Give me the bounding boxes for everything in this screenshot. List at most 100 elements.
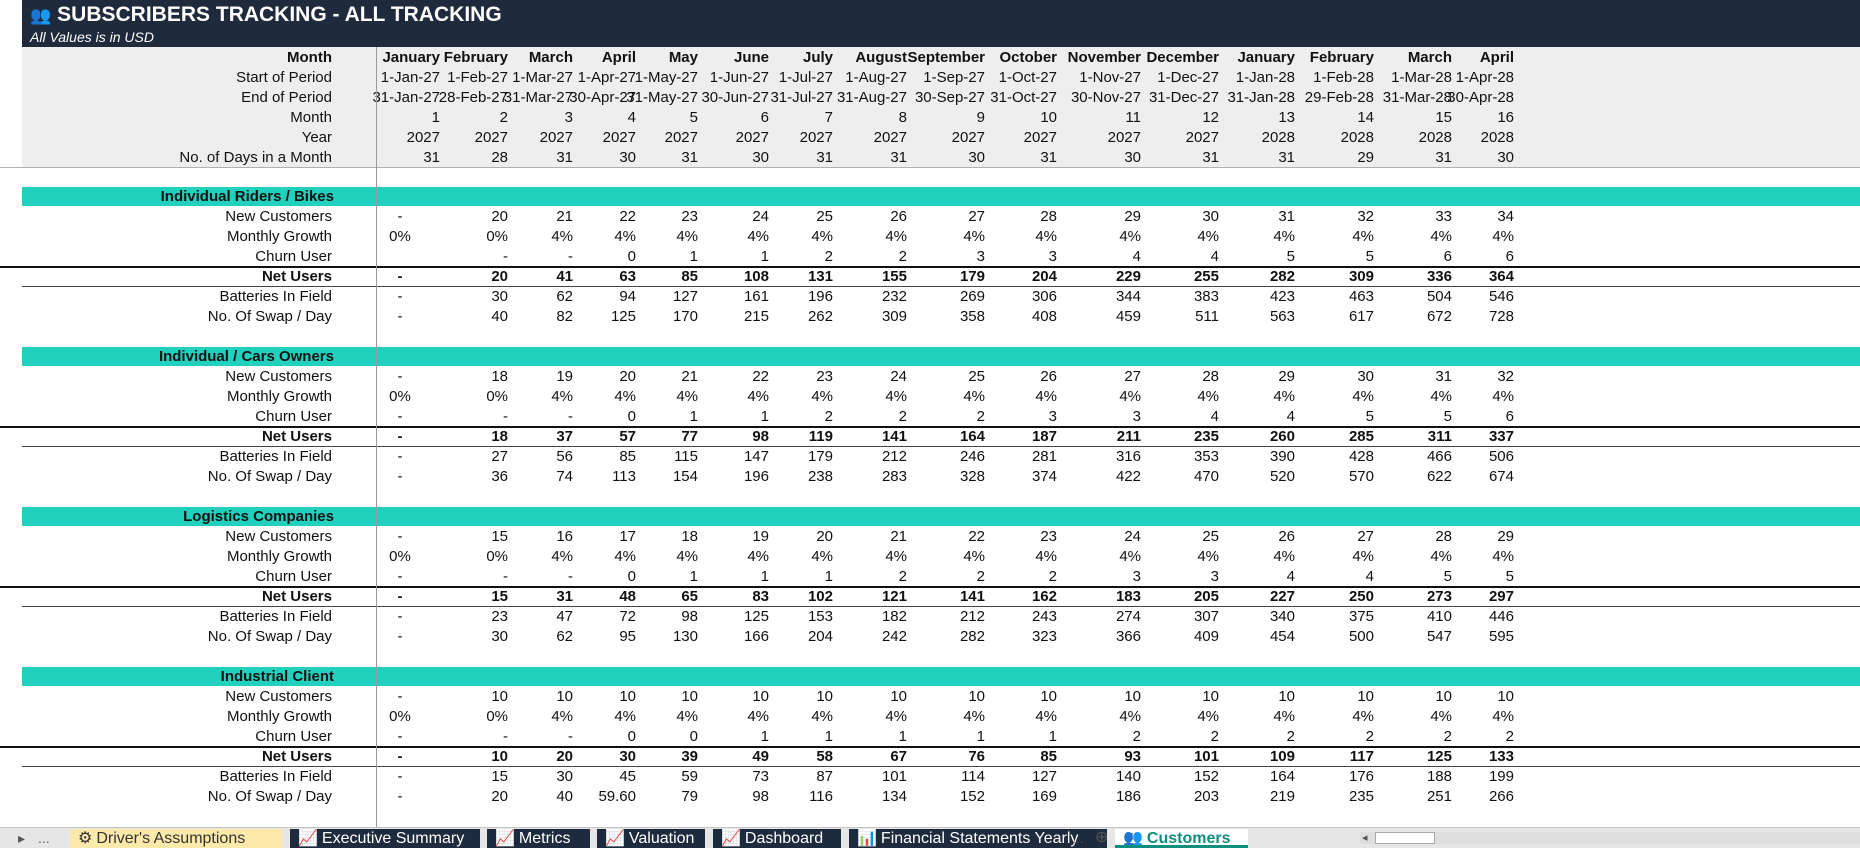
cell[interactable]: 6 — [1434, 408, 1514, 425]
cell[interactable]: 187 — [977, 428, 1057, 445]
cell[interactable]: 23 — [618, 208, 698, 225]
cell[interactable]: 25 — [905, 368, 985, 385]
cell[interactable]: 2 — [1434, 728, 1514, 745]
cell[interactable]: 2027 — [618, 129, 698, 146]
cell[interactable]: 153 — [753, 608, 833, 625]
cell[interactable]: 4% — [1294, 548, 1374, 565]
cell[interactable]: 2027 — [905, 129, 985, 146]
row-label[interactable]: Churn User — [255, 728, 332, 745]
cell[interactable]: 4% — [1434, 388, 1514, 405]
cell[interactable]: 109 — [1215, 748, 1295, 765]
cell[interactable]: 674 — [1434, 468, 1514, 485]
cell[interactable]: 6 — [1434, 248, 1514, 265]
cell[interactable]: 179 — [753, 448, 833, 465]
cell[interactable]: 4% — [905, 228, 985, 245]
cell[interactable]: 4 — [1294, 568, 1374, 585]
row-label[interactable]: Monthly Growth — [227, 708, 332, 725]
row-label[interactable]: New Customers — [225, 368, 332, 385]
row-label[interactable]: Batteries In Field — [219, 768, 332, 785]
cell[interactable]: 4% — [1434, 708, 1514, 725]
row-label[interactable]: End of Period — [241, 89, 332, 106]
cell[interactable]: 283 — [827, 468, 907, 485]
cell[interactable]: 2 — [1215, 728, 1295, 745]
cell[interactable]: 117 — [1294, 748, 1374, 765]
cell[interactable]: 1 — [977, 728, 1057, 745]
cell[interactable]: 21 — [618, 368, 698, 385]
cell[interactable]: 0 — [618, 728, 698, 745]
cell[interactable]: 285 — [1294, 428, 1374, 445]
cell[interactable]: 127 — [618, 288, 698, 305]
row-label[interactable]: Batteries In Field — [219, 288, 332, 305]
cell[interactable]: 4% — [1139, 708, 1219, 725]
cell[interactable]: 31-Dec-27 — [1139, 89, 1219, 106]
row-label[interactable]: New Customers — [225, 528, 332, 545]
cell[interactable]: 30-Nov-27 — [1061, 89, 1141, 106]
cell[interactable]: 617 — [1294, 308, 1374, 325]
cell[interactable]: 3 — [1061, 408, 1141, 425]
cell[interactable]: 182 — [827, 608, 907, 625]
cell[interactable]: 22 — [905, 528, 985, 545]
cell[interactable]: 2 — [827, 568, 907, 585]
cell[interactable]: 4% — [1215, 228, 1295, 245]
cell[interactable]: 24 — [827, 368, 907, 385]
cell[interactable]: 31 — [753, 149, 833, 166]
horizontal-scrollbar[interactable] — [1360, 832, 1860, 844]
cell[interactable]: 10 — [1434, 688, 1514, 705]
row-label[interactable]: Month — [287, 49, 332, 66]
cell[interactable]: 595 — [1434, 628, 1514, 645]
cell[interactable]: 274 — [1061, 608, 1141, 625]
row-label[interactable]: No. Of Swap / Day — [208, 788, 332, 805]
cell[interactable]: 4% — [1061, 708, 1141, 725]
cell[interactable]: 375 — [1294, 608, 1374, 625]
cell[interactable]: 2027 — [753, 129, 833, 146]
cell[interactable]: 134 — [827, 788, 907, 805]
cell[interactable]: 2027 — [1061, 129, 1141, 146]
row-label[interactable]: No. Of Swap / Day — [208, 468, 332, 485]
cell[interactable]: 4% — [1215, 548, 1295, 565]
row-label[interactable]: No. of Days in a Month — [179, 149, 332, 166]
cell[interactable]: 235 — [1139, 428, 1219, 445]
cell[interactable]: 10 — [1061, 688, 1141, 705]
cell[interactable]: 1-Apr-28 — [1434, 69, 1514, 86]
cell[interactable]: 179 — [905, 268, 985, 285]
cell[interactable]: 2028 — [1215, 129, 1295, 146]
cell[interactable]: 4% — [618, 388, 698, 405]
cell[interactable]: 176 — [1294, 768, 1374, 785]
cell[interactable]: 4% — [1294, 228, 1374, 245]
cell[interactable]: 323 — [977, 628, 1057, 645]
cell[interactable]: 199 — [1434, 768, 1514, 785]
cell[interactable]: 11 — [1061, 109, 1141, 126]
cell[interactable]: 4% — [753, 548, 833, 565]
cell[interactable]: 28 — [977, 208, 1057, 225]
cell[interactable]: 5 — [1294, 408, 1374, 425]
cell[interactable]: 232 — [827, 288, 907, 305]
cell[interactable]: 31-Oct-27 — [977, 89, 1057, 106]
cell[interactable]: 2 — [753, 248, 833, 265]
cell[interactable]: 1 — [618, 408, 698, 425]
cell[interactable]: 10 — [827, 688, 907, 705]
cell[interactable]: 31 — [977, 149, 1057, 166]
cell[interactable]: 155 — [827, 268, 907, 285]
cell[interactable]: 170 — [618, 308, 698, 325]
row-label[interactable]: Batteries In Field — [219, 448, 332, 465]
row-label[interactable]: Net Users — [262, 428, 332, 445]
cell[interactable]: 211 — [1061, 428, 1141, 445]
cell[interactable]: 4% — [1061, 388, 1141, 405]
cell[interactable]: 2 — [905, 408, 985, 425]
cell[interactable]: 115 — [618, 448, 698, 465]
cell[interactable]: 10 — [977, 109, 1057, 126]
row-label[interactable]: No. Of Swap / Day — [208, 628, 332, 645]
cell[interactable]: 246 — [905, 448, 985, 465]
cell[interactable]: 152 — [1139, 768, 1219, 785]
cell[interactable]: 32 — [1294, 208, 1374, 225]
cell[interactable]: 282 — [905, 628, 985, 645]
cell[interactable]: 212 — [905, 608, 985, 625]
cell[interactable]: 16 — [1434, 109, 1514, 126]
cell[interactable]: 10 — [1139, 688, 1219, 705]
cell[interactable]: 306 — [977, 288, 1057, 305]
cell[interactable]: 2 — [1061, 728, 1141, 745]
row-label[interactable]: Churn User — [255, 408, 332, 425]
cell[interactable]: 26 — [977, 368, 1057, 385]
cell[interactable]: 4 — [1139, 248, 1219, 265]
cell[interactable]: 337 — [1434, 428, 1514, 445]
